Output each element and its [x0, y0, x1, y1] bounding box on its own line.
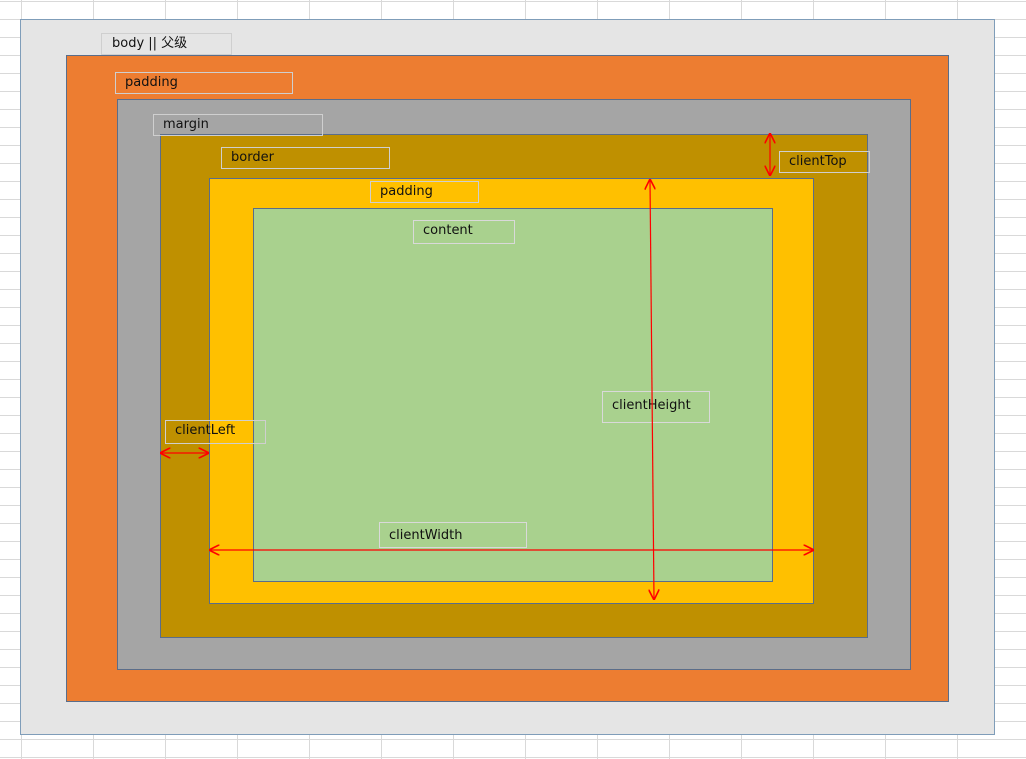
border-label: border: [221, 147, 390, 169]
client-left-label: clientLeft: [165, 420, 266, 444]
client-width-label: clientWidth: [379, 522, 527, 548]
inner-padding-label: padding: [370, 181, 479, 203]
client-height-label: clientHeight: [602, 391, 710, 423]
client-top-label: clientTop: [779, 151, 870, 173]
margin-label: margin: [153, 114, 323, 136]
outer-padding-label: padding: [115, 72, 293, 94]
content-label: content: [413, 220, 515, 244]
body-label: body || 父级: [101, 33, 232, 55]
